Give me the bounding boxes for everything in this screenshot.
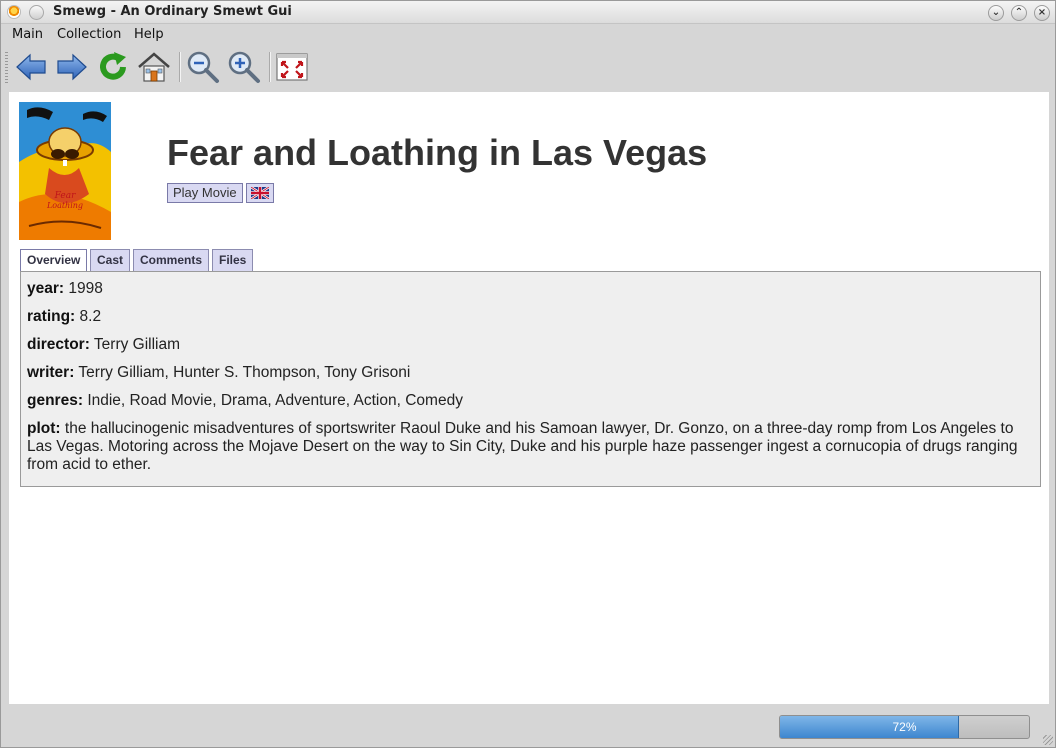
rating-label: rating: (27, 308, 76, 325)
writer-label: writer: (27, 364, 75, 381)
movie-view: Fear Loathing Fear and Loathing in Las V… (9, 92, 1049, 704)
home-button[interactable] (135, 48, 173, 86)
play-movie-button[interactable]: Play Movie (167, 183, 243, 203)
movie-title: Fear and Loathing in Las Vegas (167, 132, 708, 173)
forward-button[interactable] (53, 48, 91, 86)
window-menu-icon[interactable] (29, 5, 44, 20)
back-arrow-icon (16, 53, 46, 81)
toolbar-separator (269, 52, 271, 82)
year-value: 1998 (68, 280, 103, 297)
resize-grip-icon[interactable] (1043, 735, 1053, 745)
director-field: director: Terry Gilliam (27, 336, 1034, 354)
writer-value: Terry Gilliam, Hunter S. Thompson, Tony … (78, 364, 411, 381)
writer-field: writer: Terry Gilliam, Hunter S. Thompso… (27, 364, 1034, 382)
genres-value: Indie, Road Movie, Drama, Adventure, Act… (87, 392, 463, 409)
plot-field: plot: the hallucinogenic misadventures o… (27, 420, 1034, 474)
uk-flag-icon (251, 187, 269, 199)
rating-value: 8.2 (79, 308, 102, 325)
menu-collection[interactable]: Collection (57, 27, 121, 42)
back-button[interactable] (12, 48, 50, 86)
toolbar-grip[interactable] (5, 52, 8, 84)
rating-field: rating: 8.2 (27, 308, 1034, 326)
status-bar: 72% (1, 706, 1055, 747)
plot-label: plot: (27, 420, 61, 437)
subtitle-language-button[interactable] (246, 183, 274, 203)
svg-text:Fear: Fear (54, 191, 76, 201)
refresh-button[interactable] (94, 48, 132, 86)
zoom-out-button[interactable] (184, 48, 222, 86)
window-title: Smewg - An Ordinary Smewt Gui (53, 4, 292, 19)
movie-poster: Fear Loathing (19, 102, 111, 240)
fullscreen-button[interactable] (273, 48, 311, 86)
menu-main[interactable]: Main (12, 27, 43, 42)
progress-bar: 72% (779, 715, 1030, 739)
app-window: Smewg - An Ordinary Smewt Gui ⌄ ⌃ × Main… (0, 0, 1056, 748)
year-label: year: (27, 280, 65, 297)
app-icon[interactable] (7, 5, 21, 19)
menu-help[interactable]: Help (134, 27, 164, 42)
menu-bar: Main Collection Help (1, 24, 1055, 46)
director-value: Terry Gilliam (93, 336, 181, 353)
tab-overview[interactable]: Overview (20, 249, 88, 272)
zoom-in-button[interactable] (225, 48, 263, 86)
refresh-icon (100, 52, 126, 80)
toolbar-separator (179, 52, 181, 82)
plot-value: the hallucinogenic misadventures of spor… (27, 420, 1018, 473)
title-bar[interactable]: Smewg - An Ordinary Smewt Gui ⌄ ⌃ × (1, 1, 1055, 24)
close-icon[interactable]: × (1034, 5, 1050, 21)
genres-label: genres: (27, 392, 83, 409)
minimize-icon[interactable]: ⌄ (988, 5, 1004, 21)
toolbar (1, 46, 1055, 90)
movie-poster-image: Fear Loathing (19, 102, 111, 240)
home-icon (138, 52, 170, 82)
zoom-out-icon (187, 51, 219, 83)
forward-arrow-icon (57, 53, 87, 81)
tab-cast[interactable]: Cast (90, 249, 131, 271)
maximize-icon[interactable]: ⌃ (1011, 5, 1027, 21)
director-label: director: (27, 336, 90, 353)
year-field: year: 1998 (27, 280, 1034, 298)
progress-text: 72% (892, 720, 917, 734)
overview-panel: year: 1998 rating: 8.2 director: Terry G… (20, 271, 1041, 487)
tab-files[interactable]: Files (212, 249, 254, 271)
zoom-in-icon (228, 51, 260, 83)
genres-field: genres: Indie, Road Movie, Drama, Advent… (27, 392, 1034, 410)
fullscreen-icon (276, 53, 308, 81)
tab-comments[interactable]: Comments (133, 249, 210, 271)
svg-text:Loathing: Loathing (46, 201, 83, 210)
